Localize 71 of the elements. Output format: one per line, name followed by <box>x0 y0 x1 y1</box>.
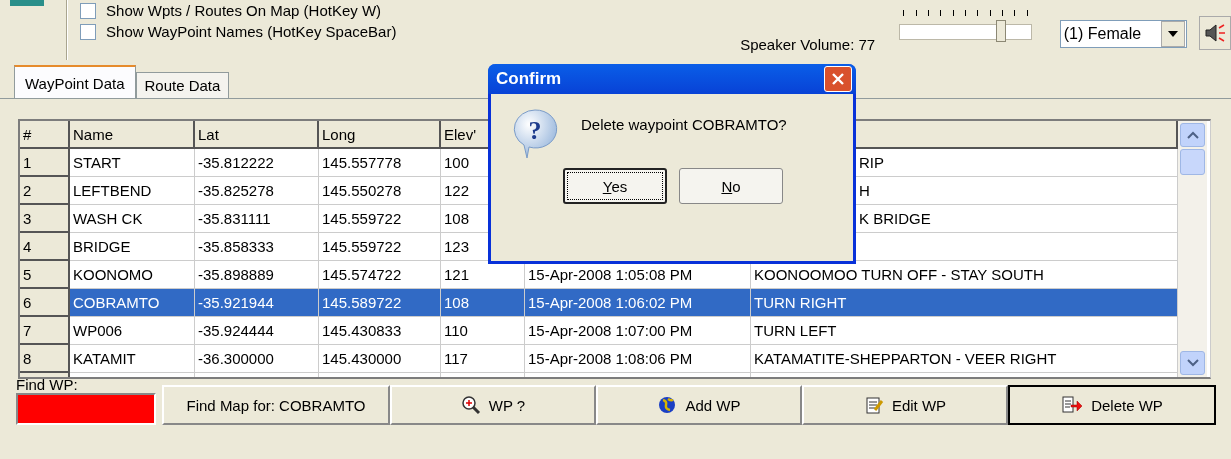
document-pencil-icon <box>863 395 884 415</box>
table-cell: -35.924444 <box>195 317 319 345</box>
table-cell: COBRAMTO <box>70 289 195 317</box>
table-cell: 145.557778 <box>319 149 441 177</box>
row-header[interactable]: 3 <box>20 205 70 233</box>
table-cell: 15-Apr-2008 1:07:00 PM <box>525 317 751 345</box>
row-header[interactable]: 4 <box>20 233 70 261</box>
tab[interactable]: WayPoint Data <box>14 65 136 98</box>
app-icon <box>10 0 45 6</box>
column-header[interactable]: # <box>20 121 70 149</box>
table-cell: KATAMIT <box>70 345 195 373</box>
tab[interactable]: Route Data <box>135 72 230 98</box>
toolbar-button[interactable]: Edit WP <box>802 385 1008 425</box>
scroll-thumb[interactable] <box>1180 149 1205 175</box>
table-cell: -35.825278 <box>195 177 319 205</box>
speaker-icon <box>1202 22 1227 44</box>
dialog-message: Delete waypoint COBRAMTO? <box>581 116 787 133</box>
column-header[interactable]: Long <box>319 121 441 149</box>
dialog-button[interactable]: No <box>679 168 783 204</box>
table-cell: 145.430000 <box>319 345 441 373</box>
table-cell: WP006 <box>70 317 195 345</box>
table-cell: -35.831111 <box>195 205 319 233</box>
column-header[interactable]: Name <box>70 121 195 149</box>
dialog-title: Confirm <box>496 69 562 89</box>
close-button[interactable] <box>824 66 852 92</box>
speaker-volume-label: Speaker Volume: 77 <box>740 36 876 53</box>
table-cell: 15-Apr-2008 1:06:02 PM <box>525 289 751 317</box>
table-cell: 145.559722 <box>319 233 441 261</box>
scrollbar[interactable] <box>1178 121 1207 377</box>
table-cell: 15-Apr-2008 1:08:06 PM <box>525 345 751 373</box>
toolbar-button[interactable]: Find Map for: COBRAMTO <box>162 385 390 425</box>
toolbar-button[interactable]: Delete WP <box>1008 385 1216 425</box>
question-icon: ? <box>511 108 559 160</box>
voice-style-dropdown[interactable]: (1) Female <box>1059 20 1187 48</box>
table-cell: 110 <box>441 317 525 345</box>
toolbar-button[interactable]: WP ? <box>390 385 596 425</box>
table-cell: -36.300000 <box>195 345 319 373</box>
row-header[interactable]: 7 <box>20 317 70 345</box>
speaker-button[interactable] <box>1198 16 1231 50</box>
row-header[interactable]: 8 <box>20 345 70 373</box>
table-cell: -35.858333 <box>195 233 319 261</box>
column-header[interactable]: Lat <box>195 121 319 149</box>
dialog-button[interactable]: Yes <box>563 168 667 204</box>
table-cell: TURN LEFT <box>751 317 1178 345</box>
globe-icon <box>657 395 678 415</box>
magnifier-icon <box>460 395 481 415</box>
table-cell: 117 <box>441 345 525 373</box>
close-icon <box>830 71 846 87</box>
table-cell: WASH CK <box>70 205 195 233</box>
document-arrow-icon <box>1061 395 1084 415</box>
table-cell: START <box>70 149 195 177</box>
table-cell: 145.430833 <box>319 317 441 345</box>
table-cell: -35.812222 <box>195 149 319 177</box>
table-cell: 145.559722 <box>319 205 441 233</box>
row-header[interactable]: 1 <box>20 149 70 177</box>
table-cell: 108 <box>441 289 525 317</box>
table-cell: BRIDGE <box>70 233 195 261</box>
table-cell: 145.589722 <box>319 289 441 317</box>
find-wp-label: Find WP: <box>16 376 79 393</box>
row-header[interactable]: 2 <box>20 177 70 205</box>
table-cell: KATAMATITE-SHEPPARTON - VEER RIGHT <box>751 345 1178 373</box>
table-cell: -35.921944 <box>195 289 319 317</box>
option-checkbox[interactable]: Show Wpts / Routes On Map (HotKey W) <box>80 2 459 19</box>
table-cell: LEFTBEND <box>70 177 195 205</box>
row-header[interactable]: 5 <box>20 261 70 289</box>
row-header[interactable]: 6 <box>20 289 70 317</box>
option-checkbox[interactable]: Show WayPoint Names (HotKey SpaceBar) <box>80 23 459 40</box>
toolbar-button[interactable]: Add WP <box>596 385 802 425</box>
table-cell: 145.550278 <box>319 177 441 205</box>
find-wp-field[interactable] <box>16 393 156 425</box>
table-cell: TURN RIGHT <box>751 289 1178 317</box>
